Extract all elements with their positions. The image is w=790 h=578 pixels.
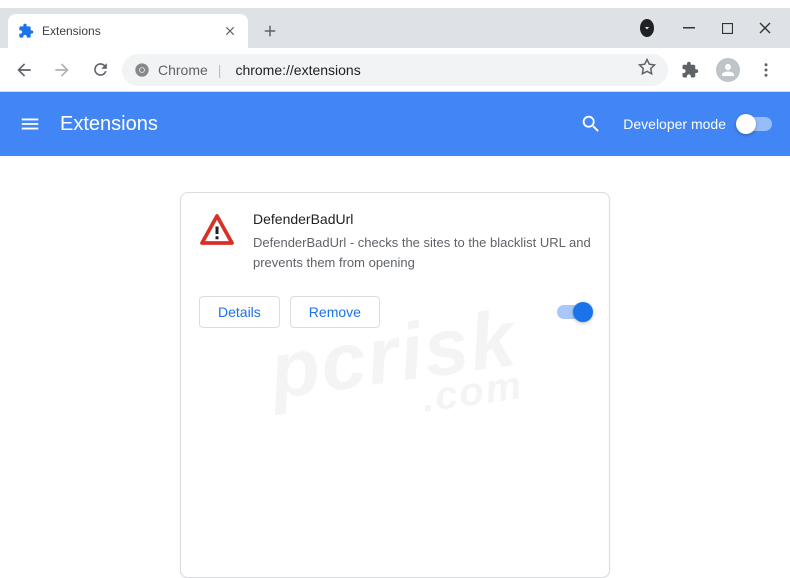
window-controls — [640, 8, 790, 48]
details-button[interactable]: Details — [199, 296, 280, 328]
new-tab-button[interactable] — [256, 17, 284, 45]
extensions-header: Extensions Developer mode — [0, 92, 790, 156]
back-button[interactable] — [8, 54, 40, 86]
kebab-menu-icon[interactable] — [750, 54, 782, 86]
url-separator: | — [218, 62, 222, 78]
extension-icon — [18, 23, 34, 39]
profile-avatar[interactable] — [712, 54, 744, 86]
close-window-button[interactable] — [758, 22, 772, 34]
bookmark-star-icon[interactable] — [638, 58, 656, 81]
forward-button[interactable] — [46, 54, 78, 86]
minimize-button[interactable] — [682, 22, 696, 34]
developer-mode-toggle[interactable] — [738, 117, 772, 131]
tab-strip: Extensions — [0, 8, 790, 48]
reload-button[interactable] — [84, 54, 116, 86]
address-bar[interactable]: Chrome | chrome://extensions — [122, 54, 668, 86]
media-control-icon[interactable] — [640, 19, 654, 37]
search-icon[interactable] — [579, 112, 603, 136]
content-area: pcrisk.com DefenderBadUrl DefenderBadUrl… — [0, 156, 790, 578]
extension-name: DefenderBadUrl — [253, 211, 591, 227]
url-scheme: Chrome — [158, 62, 208, 78]
page-title: Extensions — [60, 113, 579, 136]
extensions-menu-icon[interactable] — [674, 54, 706, 86]
warning-icon — [199, 213, 235, 249]
close-tab-icon[interactable] — [222, 23, 238, 39]
url-text: chrome://extensions — [235, 62, 630, 78]
tab-title: Extensions — [42, 24, 214, 38]
developer-mode-label: Developer mode — [623, 116, 726, 132]
extension-card: DefenderBadUrl DefenderBadUrl - checks t… — [180, 192, 610, 578]
extension-enable-toggle[interactable] — [557, 305, 591, 319]
maximize-button[interactable] — [720, 23, 734, 34]
browser-tab[interactable]: Extensions — [8, 14, 248, 48]
browser-toolbar: Chrome | chrome://extensions — [0, 48, 790, 92]
chrome-icon — [134, 62, 150, 78]
avatar-icon — [716, 58, 740, 82]
hamburger-menu-icon[interactable] — [18, 112, 42, 136]
extension-description: DefenderBadUrl - checks the sites to the… — [253, 233, 591, 272]
remove-button[interactable]: Remove — [290, 296, 380, 328]
